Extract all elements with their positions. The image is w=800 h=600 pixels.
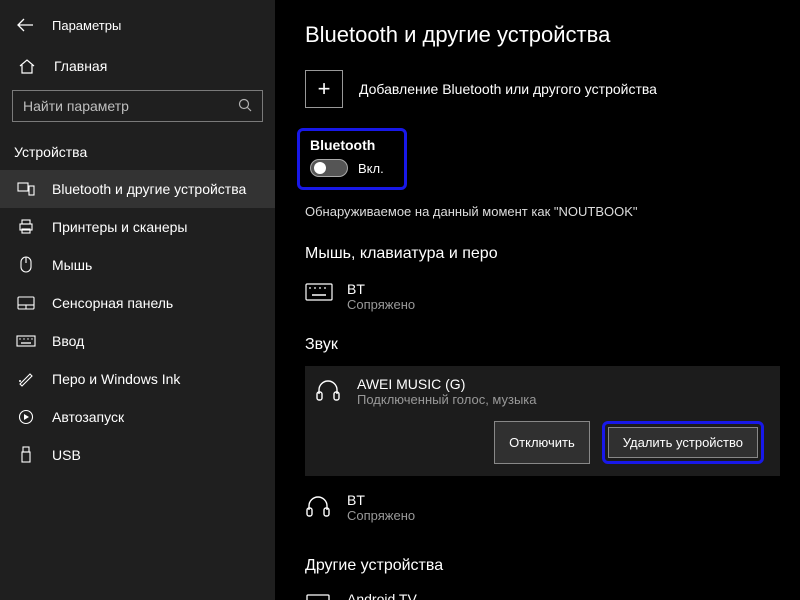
bluetooth-toggle-block: Bluetooth Вкл. xyxy=(297,128,407,190)
add-device-box[interactable]: + xyxy=(305,70,343,108)
page-title: Bluetooth и другие устройства xyxy=(305,22,780,48)
mouse-section-heading: Мышь, клавиатура и перо xyxy=(305,245,780,263)
sidebar-item-printers[interactable]: Принтеры и сканеры xyxy=(0,208,275,246)
sidebar-item-usb[interactable]: USB xyxy=(0,436,275,474)
device-text: AWEI MUSIC (G) Подключенный голос, музык… xyxy=(357,376,537,407)
pen-icon xyxy=(16,370,36,388)
sidebar-item-mouse[interactable]: Мышь xyxy=(0,246,275,284)
sidebar-item-label: Сенсорная панель xyxy=(52,295,173,311)
devices-icon xyxy=(16,180,36,198)
device-text: BT Сопряжено xyxy=(347,492,415,523)
remove-device-button[interactable]: Удалить устройство xyxy=(608,427,758,458)
search-input[interactable] xyxy=(23,98,238,114)
sidebar-header: Параметры xyxy=(0,16,275,48)
sidebar-home[interactable]: Главная xyxy=(0,48,275,84)
add-device-label: Добавление Bluetooth или другого устройс… xyxy=(359,81,657,97)
bluetooth-toggle[interactable] xyxy=(310,159,348,177)
discoverable-text: Обнаруживаемое на данный момент как "NOU… xyxy=(305,204,780,219)
nav-list: Bluetooth и другие устройства Принтеры и… xyxy=(0,170,275,474)
device-row-keyboard[interactable]: BT Сопряжено xyxy=(305,275,780,326)
device-row-androidtv[interactable]: Android TV xyxy=(305,585,780,600)
plus-icon: + xyxy=(318,78,331,100)
usb-icon xyxy=(16,446,36,464)
device-status: Сопряжено xyxy=(347,297,415,312)
sidebar-item-touchpad[interactable]: Сенсорная панель xyxy=(0,284,275,322)
sidebar-item-label: Ввод xyxy=(52,333,84,349)
device-status: Подключенный голос, музыка xyxy=(357,392,537,407)
button-row: Отключить Удалить устройство xyxy=(315,421,768,464)
back-arrow-icon[interactable] xyxy=(16,16,34,34)
device-row-bt-audio[interactable]: BT Сопряжено xyxy=(305,486,780,537)
sidebar-item-bluetooth[interactable]: Bluetooth и другие устройства xyxy=(0,170,275,208)
monitor-icon xyxy=(305,593,341,600)
add-device-row[interactable]: + Добавление Bluetooth или другого устро… xyxy=(305,70,780,108)
home-label: Главная xyxy=(54,58,107,74)
device-name: BT xyxy=(347,492,415,508)
sidebar-item-pen[interactable]: Перо и Windows Ink xyxy=(0,360,275,398)
touchpad-icon xyxy=(16,294,36,312)
device-name: Android TV xyxy=(347,591,417,600)
mouse-icon xyxy=(16,256,36,274)
search-icon xyxy=(238,98,254,114)
sound-card-wrap: AWEI MUSIC (G) Подключенный голос, музык… xyxy=(305,366,780,476)
main-panel: Bluetooth и другие устройства + Добавлен… xyxy=(275,0,800,600)
keyboard-icon xyxy=(305,283,341,301)
disconnect-button[interactable]: Отключить xyxy=(494,421,590,464)
window-title: Параметры xyxy=(52,18,121,33)
sidebar-section-label: Устройства xyxy=(0,136,275,170)
device-text: Android TV xyxy=(347,591,417,600)
autoplay-icon xyxy=(16,408,36,426)
sidebar-item-autoplay[interactable]: Автозапуск xyxy=(0,398,275,436)
sidebar: Параметры Главная Устройства Bluetoot xyxy=(0,0,275,600)
sound-device-card[interactable]: AWEI MUSIC (G) Подключенный голос, музык… xyxy=(305,366,780,476)
keyboard-icon xyxy=(16,332,36,350)
search-wrap xyxy=(0,84,275,136)
sidebar-item-label: Автозапуск xyxy=(52,409,124,425)
home-icon xyxy=(18,58,38,74)
device-text: BT Сопряжено xyxy=(347,281,415,312)
sound-section-heading: Звук xyxy=(305,336,780,354)
sidebar-item-label: Принтеры и сканеры xyxy=(52,219,187,235)
device-status: Сопряжено xyxy=(347,508,415,523)
sound-section: Звук AWEI MUSIC (G) Подключенный голос, … xyxy=(305,336,780,537)
bluetooth-toggle-row: Вкл. xyxy=(310,159,394,177)
bluetooth-state-label: Вкл. xyxy=(358,161,384,176)
sidebar-item-label: Мышь xyxy=(52,257,92,273)
sidebar-item-label: USB xyxy=(52,447,81,463)
device-name: BT xyxy=(347,281,415,297)
sidebar-item-label: Bluetooth и другие устройства xyxy=(52,181,246,197)
printer-icon xyxy=(16,218,36,236)
headphones-icon xyxy=(305,494,341,518)
sidebar-item-typing[interactable]: Ввод xyxy=(0,322,275,360)
search-box[interactable] xyxy=(12,90,263,122)
other-devices-heading: Другие устройства xyxy=(305,557,780,575)
toggle-knob xyxy=(314,162,326,174)
sidebar-item-label: Перо и Windows Ink xyxy=(52,371,180,387)
headphones-icon xyxy=(315,378,351,402)
bluetooth-heading: Bluetooth xyxy=(310,137,394,153)
remove-button-highlight: Удалить устройство xyxy=(602,421,764,464)
device-name: AWEI MUSIC (G) xyxy=(357,376,537,392)
